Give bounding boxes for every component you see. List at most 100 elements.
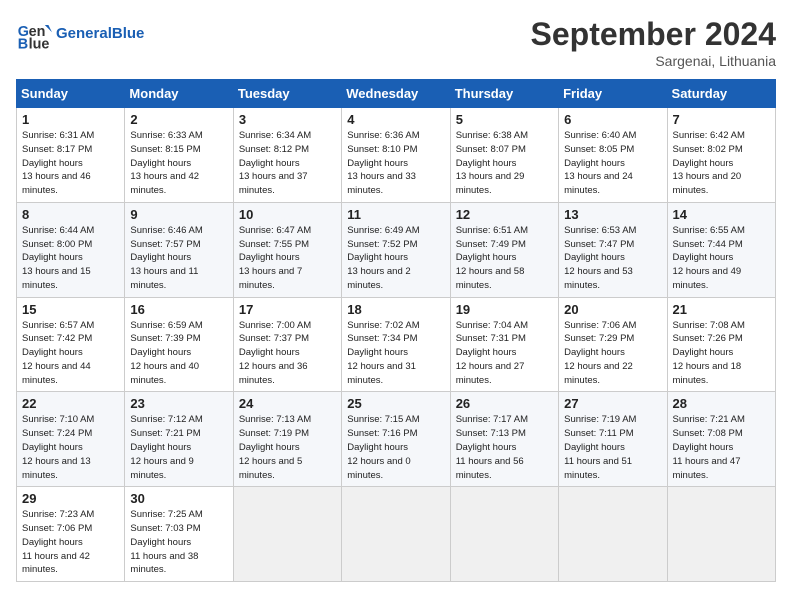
day-info: Sunrise: 6:51 AM Sunset: 7:49 PM Dayligh… xyxy=(456,224,553,293)
day-number: 15 xyxy=(22,302,119,317)
calendar-day-cell xyxy=(450,487,558,582)
calendar-day-cell: 15 Sunrise: 6:57 AM Sunset: 7:42 PM Dayl… xyxy=(17,297,125,392)
day-info: Sunrise: 7:23 AM Sunset: 7:06 PM Dayligh… xyxy=(22,508,119,577)
logo-text-blue: Blue xyxy=(112,25,145,42)
day-number: 20 xyxy=(564,302,661,317)
day-number: 28 xyxy=(673,396,770,411)
calendar-day-cell: 28 Sunrise: 7:21 AM Sunset: 7:08 PM Dayl… xyxy=(667,392,775,487)
weekday-header: Saturday xyxy=(667,80,775,108)
page-header: G en B lue GeneralBlue September 2024 Sa… xyxy=(16,16,776,69)
day-info: Sunrise: 7:21 AM Sunset: 7:08 PM Dayligh… xyxy=(673,413,770,482)
day-info: Sunrise: 6:53 AM Sunset: 7:47 PM Dayligh… xyxy=(564,224,661,293)
weekday-header: Wednesday xyxy=(342,80,450,108)
day-info: Sunrise: 6:57 AM Sunset: 7:42 PM Dayligh… xyxy=(22,319,119,388)
logo: G en B lue GeneralBlue xyxy=(16,16,144,52)
calendar-day-cell: 20 Sunrise: 7:06 AM Sunset: 7:29 PM Dayl… xyxy=(559,297,667,392)
calendar-day-cell: 16 Sunrise: 6:59 AM Sunset: 7:39 PM Dayl… xyxy=(125,297,233,392)
weekday-header: Sunday xyxy=(17,80,125,108)
day-number: 19 xyxy=(456,302,553,317)
calendar-day-cell: 7 Sunrise: 6:42 AM Sunset: 8:02 PM Dayli… xyxy=(667,108,775,203)
day-info: Sunrise: 6:47 AM Sunset: 7:55 PM Dayligh… xyxy=(239,224,336,293)
calendar-day-cell: 5 Sunrise: 6:38 AM Sunset: 8:07 PM Dayli… xyxy=(450,108,558,203)
day-number: 2 xyxy=(130,112,227,127)
weekday-header: Monday xyxy=(125,80,233,108)
weekday-header: Thursday xyxy=(450,80,558,108)
calendar-day-cell: 6 Sunrise: 6:40 AM Sunset: 8:05 PM Dayli… xyxy=(559,108,667,203)
day-info: Sunrise: 7:25 AM Sunset: 7:03 PM Dayligh… xyxy=(130,508,227,577)
day-info: Sunrise: 6:31 AM Sunset: 8:17 PM Dayligh… xyxy=(22,129,119,198)
day-info: Sunrise: 6:59 AM Sunset: 7:39 PM Dayligh… xyxy=(130,319,227,388)
calendar-day-cell: 2 Sunrise: 6:33 AM Sunset: 8:15 PM Dayli… xyxy=(125,108,233,203)
day-info: Sunrise: 6:38 AM Sunset: 8:07 PM Dayligh… xyxy=(456,129,553,198)
day-info: Sunrise: 7:04 AM Sunset: 7:31 PM Dayligh… xyxy=(456,319,553,388)
month-title: September 2024 xyxy=(531,16,776,53)
day-info: Sunrise: 7:06 AM Sunset: 7:29 PM Dayligh… xyxy=(564,319,661,388)
day-info: Sunrise: 6:49 AM Sunset: 7:52 PM Dayligh… xyxy=(347,224,444,293)
day-number: 16 xyxy=(130,302,227,317)
calendar-table: SundayMondayTuesdayWednesdayThursdayFrid… xyxy=(16,79,776,582)
day-info: Sunrise: 6:44 AM Sunset: 8:00 PM Dayligh… xyxy=(22,224,119,293)
calendar-day-cell: 1 Sunrise: 6:31 AM Sunset: 8:17 PM Dayli… xyxy=(17,108,125,203)
day-number: 14 xyxy=(673,207,770,222)
svg-text:lue: lue xyxy=(29,36,50,52)
calendar-day-cell: 26 Sunrise: 7:17 AM Sunset: 7:13 PM Dayl… xyxy=(450,392,558,487)
calendar-day-cell: 4 Sunrise: 6:36 AM Sunset: 8:10 PM Dayli… xyxy=(342,108,450,203)
calendar-day-cell: 18 Sunrise: 7:02 AM Sunset: 7:34 PM Dayl… xyxy=(342,297,450,392)
calendar-day-cell: 21 Sunrise: 7:08 AM Sunset: 7:26 PM Dayl… xyxy=(667,297,775,392)
calendar-day-cell: 10 Sunrise: 6:47 AM Sunset: 7:55 PM Dayl… xyxy=(233,202,341,297)
calendar-day-cell xyxy=(559,487,667,582)
calendar-day-cell: 24 Sunrise: 7:13 AM Sunset: 7:19 PM Dayl… xyxy=(233,392,341,487)
calendar-day-cell: 13 Sunrise: 6:53 AM Sunset: 7:47 PM Dayl… xyxy=(559,202,667,297)
calendar-day-cell xyxy=(342,487,450,582)
day-number: 5 xyxy=(456,112,553,127)
calendar-day-cell: 25 Sunrise: 7:15 AM Sunset: 7:16 PM Dayl… xyxy=(342,392,450,487)
svg-text:B: B xyxy=(18,36,28,52)
day-info: Sunrise: 7:10 AM Sunset: 7:24 PM Dayligh… xyxy=(22,413,119,482)
calendar-day-cell: 12 Sunrise: 6:51 AM Sunset: 7:49 PM Dayl… xyxy=(450,202,558,297)
day-info: Sunrise: 7:08 AM Sunset: 7:26 PM Dayligh… xyxy=(673,319,770,388)
calendar-week-row: 22 Sunrise: 7:10 AM Sunset: 7:24 PM Dayl… xyxy=(17,392,776,487)
day-info: Sunrise: 7:17 AM Sunset: 7:13 PM Dayligh… xyxy=(456,413,553,482)
day-number: 29 xyxy=(22,491,119,506)
location: Sargenai, Lithuania xyxy=(531,53,776,69)
weekday-header: Tuesday xyxy=(233,80,341,108)
calendar-week-row: 8 Sunrise: 6:44 AM Sunset: 8:00 PM Dayli… xyxy=(17,202,776,297)
calendar-day-cell: 22 Sunrise: 7:10 AM Sunset: 7:24 PM Dayl… xyxy=(17,392,125,487)
day-info: Sunrise: 7:00 AM Sunset: 7:37 PM Dayligh… xyxy=(239,319,336,388)
day-number: 17 xyxy=(239,302,336,317)
day-number: 12 xyxy=(456,207,553,222)
day-number: 18 xyxy=(347,302,444,317)
day-number: 25 xyxy=(347,396,444,411)
calendar-day-cell: 27 Sunrise: 7:19 AM Sunset: 7:11 PM Dayl… xyxy=(559,392,667,487)
day-number: 21 xyxy=(673,302,770,317)
calendar-week-row: 1 Sunrise: 6:31 AM Sunset: 8:17 PM Dayli… xyxy=(17,108,776,203)
day-info: Sunrise: 6:34 AM Sunset: 8:12 PM Dayligh… xyxy=(239,129,336,198)
day-number: 27 xyxy=(564,396,661,411)
day-number: 1 xyxy=(22,112,119,127)
day-number: 26 xyxy=(456,396,553,411)
day-info: Sunrise: 7:15 AM Sunset: 7:16 PM Dayligh… xyxy=(347,413,444,482)
day-info: Sunrise: 6:42 AM Sunset: 8:02 PM Dayligh… xyxy=(673,129,770,198)
day-info: Sunrise: 7:02 AM Sunset: 7:34 PM Dayligh… xyxy=(347,319,444,388)
day-number: 22 xyxy=(22,396,119,411)
day-number: 8 xyxy=(22,207,119,222)
calendar-day-cell: 14 Sunrise: 6:55 AM Sunset: 7:44 PM Dayl… xyxy=(667,202,775,297)
calendar-day-cell: 30 Sunrise: 7:25 AM Sunset: 7:03 PM Dayl… xyxy=(125,487,233,582)
day-info: Sunrise: 6:33 AM Sunset: 8:15 PM Dayligh… xyxy=(130,129,227,198)
calendar-day-cell xyxy=(667,487,775,582)
day-number: 30 xyxy=(130,491,227,506)
day-number: 7 xyxy=(673,112,770,127)
calendar-day-cell: 11 Sunrise: 6:49 AM Sunset: 7:52 PM Dayl… xyxy=(342,202,450,297)
calendar-day-cell xyxy=(233,487,341,582)
day-number: 13 xyxy=(564,207,661,222)
logo-icon: G en B lue xyxy=(16,16,52,52)
day-number: 6 xyxy=(564,112,661,127)
day-number: 23 xyxy=(130,396,227,411)
calendar-day-cell: 17 Sunrise: 7:00 AM Sunset: 7:37 PM Dayl… xyxy=(233,297,341,392)
calendar-day-cell: 8 Sunrise: 6:44 AM Sunset: 8:00 PM Dayli… xyxy=(17,202,125,297)
calendar-day-cell: 23 Sunrise: 7:12 AM Sunset: 7:21 PM Dayl… xyxy=(125,392,233,487)
logo-text-general: General xyxy=(56,25,112,42)
title-block: September 2024 Sargenai, Lithuania xyxy=(531,16,776,69)
weekday-header-row: SundayMondayTuesdayWednesdayThursdayFrid… xyxy=(17,80,776,108)
day-number: 3 xyxy=(239,112,336,127)
